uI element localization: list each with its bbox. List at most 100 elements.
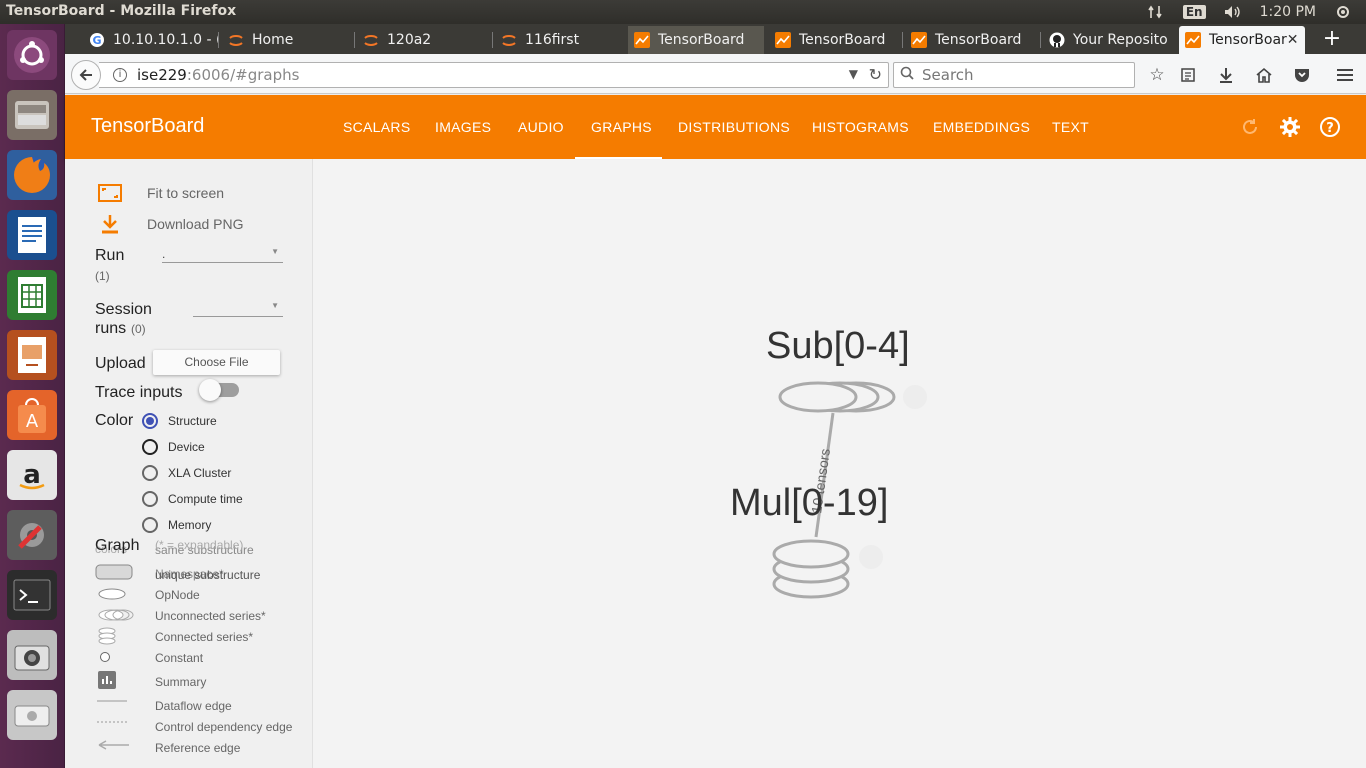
menu-hamburger-icon[interactable] [1334,64,1356,86]
fit-to-screen-button[interactable]: Fit to screen [97,183,224,203]
window-title: TensorBoard - Mozilla Firefox [6,3,237,19]
camera-icon[interactable] [7,630,57,680]
bookmark-star-icon[interactable]: ☆ [1146,64,1168,86]
system-settings-icon[interactable] [7,510,57,560]
legend-control-dependency-edge: Control dependency edge [155,720,293,734]
browser-tab[interactable]: Your Reposito [1043,26,1177,54]
home-icon[interactable] [1253,64,1275,86]
pocket-icon[interactable] [1291,64,1313,86]
color-option-label: Structure [168,414,217,428]
browser-tab[interactable]: 116first [495,26,625,54]
tab-embeddings[interactable]: EMBEDDINGS [933,119,1030,135]
refresh-icon[interactable] [1238,115,1262,139]
tab-text[interactable]: TEXT [1052,119,1089,135]
url-history-dropdown-icon[interactable]: ▼ [849,67,858,81]
control-dependency-edge-icon [97,721,127,723]
download-png-button[interactable]: Download PNG [99,213,244,235]
choose-file-button[interactable]: Choose File [153,350,280,375]
color-memory-radio[interactable] [142,517,158,533]
legend-constant: Constant [155,651,204,665]
help-icon[interactable]: ? [1318,115,1342,139]
reload-icon[interactable]: ↻ [869,65,882,84]
ubuntu-dash-icon[interactable] [7,30,57,80]
browser-tab[interactable]: 120a2 [357,26,493,54]
color-option-label: Device [168,440,205,454]
legend-expandable-note: (* = expandable) [155,538,244,552]
network-icon[interactable] [1147,5,1165,19]
svg-text:G: G [92,34,101,47]
amazon-icon[interactable]: a [7,450,57,500]
color-device-radio[interactable] [142,439,158,455]
keyboard-layout-indicator[interactable]: En [1182,5,1206,19]
tab-label: TensorBoard [658,32,745,48]
tensorboard-icon [1185,32,1201,48]
browser-tab[interactable]: Home [222,26,355,54]
tab-scalars[interactable]: SCALARS [343,119,410,135]
svg-text:A: A [26,411,39,432]
tensorboard-icon [634,32,650,48]
url-bar[interactable]: i ise229:6006/#graphs ▼ ↻ [99,62,889,88]
constant-icon [100,652,110,662]
impress-icon[interactable] [7,330,57,380]
back-button[interactable] [71,60,101,90]
disk-icon[interactable] [7,690,57,740]
run-select[interactable]: . ▼ [162,247,283,263]
new-tab-button[interactable]: + [1318,28,1346,50]
mul-expand-handle [859,545,883,569]
run-label: Run [95,247,125,264]
calc-icon[interactable] [7,270,57,320]
clock[interactable]: 1:20 PM [1260,4,1316,20]
fit-to-screen-label: Fit to screen [147,185,225,201]
legend-summary: Summary [155,675,207,689]
app-title: TensorBoard [91,115,205,137]
search-icon [900,66,914,84]
power-gear-icon[interactable] [1334,5,1352,19]
graph-svg: 10 tensors [772,381,927,599]
files-icon[interactable] [7,90,57,140]
reading-list-icon[interactable] [1177,64,1199,86]
download-png-label: Download PNG [147,216,244,232]
writer-icon[interactable] [7,210,57,260]
terminal-icon[interactable] [7,570,57,620]
downloads-icon[interactable] [1215,64,1237,86]
tensorboard-icon [775,32,791,48]
node-label-sub[interactable]: Sub[0-4] [766,325,910,368]
color-compute-time-radio[interactable] [142,491,158,507]
browser-tab-active[interactable]: TensorBoar ✕ [1179,26,1305,54]
volume-icon[interactable] [1224,5,1242,19]
tab-graphs[interactable]: GRAPHS [591,119,652,135]
node-label-mul[interactable]: Mul[0-19] [730,482,888,525]
close-tab-icon[interactable]: ✕ [1287,32,1299,48]
tab-label: Your Reposito [1073,32,1168,48]
color-structure-radio[interactable] [142,413,158,429]
browser-tab[interactable]: TensorBoard [769,26,903,54]
sub-series-node [778,381,896,413]
tab-distributions[interactable]: DISTRIBUTIONS [678,119,790,135]
tab-images[interactable]: IMAGES [435,119,491,135]
graph-controls-sidebar: Fit to screen Download PNG Run (1) . ▼ S… [65,159,313,768]
graph-legend-title: Graph [95,537,140,554]
upload-label: Upload [95,355,146,372]
color-xla-radio[interactable] [142,465,158,481]
mul-series-node [772,539,850,599]
browser-tab[interactable]: G 10.10.10.1.0 - ( [83,26,219,54]
run-count: (1) [95,269,110,283]
browser-tab[interactable]: TensorBoard [628,26,764,54]
graph-canvas[interactable]: 10 tensors Sub[0-4] Mul[0-19] [313,159,1366,768]
settings-gear-icon[interactable] [1278,115,1302,139]
session-runs-label: runs [95,320,127,337]
session-runs-select[interactable]: ▼ [193,301,283,317]
search-input[interactable]: Search [893,62,1135,88]
trace-inputs-toggle[interactable] [199,379,239,401]
software-center-icon[interactable]: A [7,390,57,440]
run-select-value: . [162,247,166,261]
site-info-icon[interactable]: i [113,68,127,82]
firefox-icon[interactable] [7,150,57,200]
tab-histograms[interactable]: HISTOGRAMS [812,119,909,135]
color-option-label: XLA Cluster [168,466,232,480]
tab-label: Home [252,32,294,48]
trace-inputs-label: Trace inputs [95,384,183,401]
reference-edge-icon [98,740,129,750]
browser-tab[interactable]: TensorBoard [905,26,1041,54]
tab-audio[interactable]: AUDIO [518,119,564,135]
